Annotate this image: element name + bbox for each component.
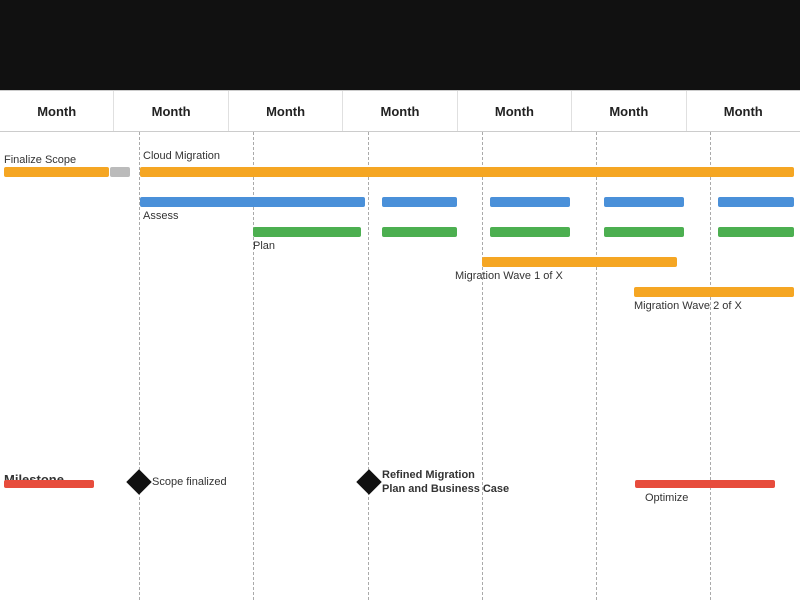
label-optimize: Optimize: [645, 492, 688, 504]
bar-green-1: [253, 227, 361, 237]
top-bar: [0, 0, 800, 90]
bar-wave1: [482, 257, 677, 267]
label-finalize-scope: Finalize Scope: [4, 154, 76, 166]
bar-finalize-scope-gray: [110, 167, 130, 177]
label-wave1: Migration Wave 1 of X: [455, 270, 563, 282]
vline-4: [482, 132, 483, 600]
label-cloud-migration: Cloud Migration: [143, 150, 220, 162]
label-assess: Assess: [143, 210, 178, 222]
bar-milestone-red-left: [4, 480, 94, 488]
vline-5: [596, 132, 597, 600]
month-col-6: Month: [572, 91, 686, 131]
month-col-5: Month: [458, 91, 572, 131]
vline-3: [368, 132, 369, 600]
gantt-body: Finalize Scope Cloud Migration Assess Pl…: [0, 132, 800, 600]
label-wave2: Migration Wave 2 of X: [634, 300, 742, 312]
bar-green-5: [718, 227, 794, 237]
month-col-2: Month: [114, 91, 228, 131]
bar-blue-2: [382, 197, 457, 207]
label-scope-finalized: Scope finalized: [152, 476, 227, 488]
label-plan: Plan: [253, 240, 275, 252]
bar-green-3: [490, 227, 570, 237]
month-col-3: Month: [229, 91, 343, 131]
month-header: Month Month Month Month Month Month Mont…: [0, 90, 800, 132]
bar-green-4: [604, 227, 684, 237]
bar-blue-3: [490, 197, 570, 207]
label-refined-2: Plan and Business Case: [382, 483, 509, 495]
bar-finalize-scope: [4, 167, 109, 177]
month-col-4: Month: [343, 91, 457, 131]
month-col-1: Month: [0, 91, 114, 131]
bar-blue-1: [140, 197, 365, 207]
bar-optimize: [635, 480, 775, 488]
vline-6: [710, 132, 711, 600]
month-col-7: Month: [687, 91, 800, 131]
bar-blue-5: [718, 197, 794, 207]
label-refined-1: Refined Migration: [382, 469, 475, 481]
diamond-1: [126, 469, 151, 494]
bar-cloud-migration: [140, 167, 794, 177]
bar-green-2: [382, 227, 457, 237]
bar-blue-4: [604, 197, 684, 207]
bar-wave2: [634, 287, 794, 297]
diamond-2: [356, 469, 381, 494]
